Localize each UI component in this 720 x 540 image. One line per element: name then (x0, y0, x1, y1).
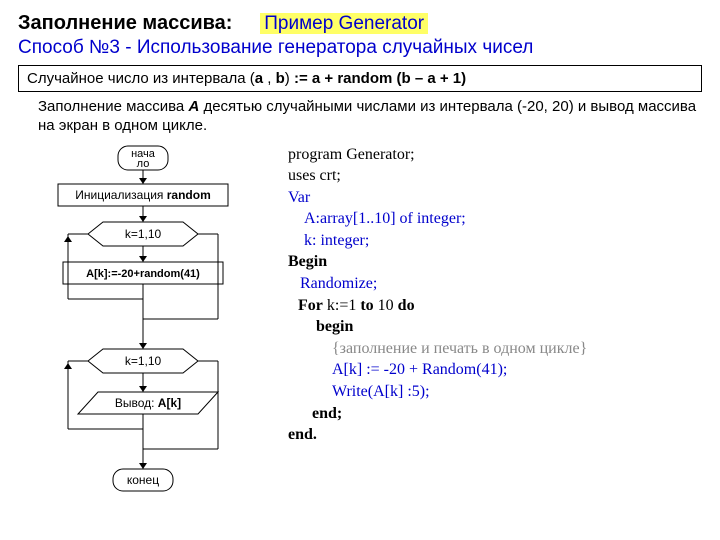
flow-init: Инициализация random (75, 188, 211, 202)
formula-box: Случайное число из интервала (a , b) := … (18, 65, 702, 92)
formula-close: ) (285, 70, 294, 87)
main-content: начало Инициализация random k=1,10 A[k]:… (18, 144, 702, 514)
code-l4: A:array[1..10] of integer; (288, 208, 587, 230)
code-l9: begin (288, 316, 587, 338)
code-l3: Var (288, 187, 587, 209)
desc-p1: Заполнение массива (38, 98, 188, 115)
flow-loop2: k=1,10 (125, 354, 162, 368)
code-l10: {заполнение и печать в одном цикле} (288, 338, 587, 360)
flow-end: конец (127, 473, 159, 487)
flow-assign: A[k]:=-20+random(41) (86, 267, 200, 279)
code-n: 10 (374, 297, 398, 314)
description: Заполнение массива А десятью случайными … (38, 98, 702, 136)
flowchart-svg: начало Инициализация random k=1,10 A[k]:… (18, 144, 268, 514)
title-main: Заполнение массива: (18, 12, 232, 34)
code-l11: A[k] := -20 + Random(41); (288, 359, 587, 381)
code-l12: Write(A[k] :5); (288, 381, 587, 403)
code-mid: k:=1 (323, 297, 360, 314)
code-for: For (298, 297, 323, 314)
code-do: do (398, 297, 415, 314)
subtitle: Способ №3 - Использование генератора слу… (18, 37, 702, 59)
formula-b: b (276, 70, 285, 87)
formula-a: a (255, 70, 263, 87)
code-to: to (360, 297, 373, 314)
formula-eq: := a + random (b – a + 1) (294, 70, 466, 87)
code-l7: Randomize; (288, 273, 587, 295)
formula-text: Случайное число из интервала ( (27, 70, 255, 87)
title-line: Заполнение массива: Пример Generator (18, 12, 702, 35)
code-l1: program Generator; (288, 144, 587, 166)
code-block: program Generator; uses crt; Var A:array… (288, 144, 587, 514)
code-l14: end. (288, 424, 587, 446)
flow-output: Вывод: A[k] (115, 396, 181, 410)
code-l13: end; (288, 403, 587, 425)
code-l8: For k:=1 to 10 do (288, 295, 587, 317)
formula-comma: , (263, 70, 276, 87)
flow-loop1: k=1,10 (125, 227, 162, 241)
code-l2: uses crt; (288, 165, 587, 187)
title-example: Пример Generator (260, 13, 428, 34)
desc-A: А (188, 98, 199, 115)
flowchart: начало Инициализация random k=1,10 A[k]:… (18, 144, 268, 514)
code-l6: Begin (288, 251, 587, 273)
code-l5: k: integer; (288, 230, 587, 252)
